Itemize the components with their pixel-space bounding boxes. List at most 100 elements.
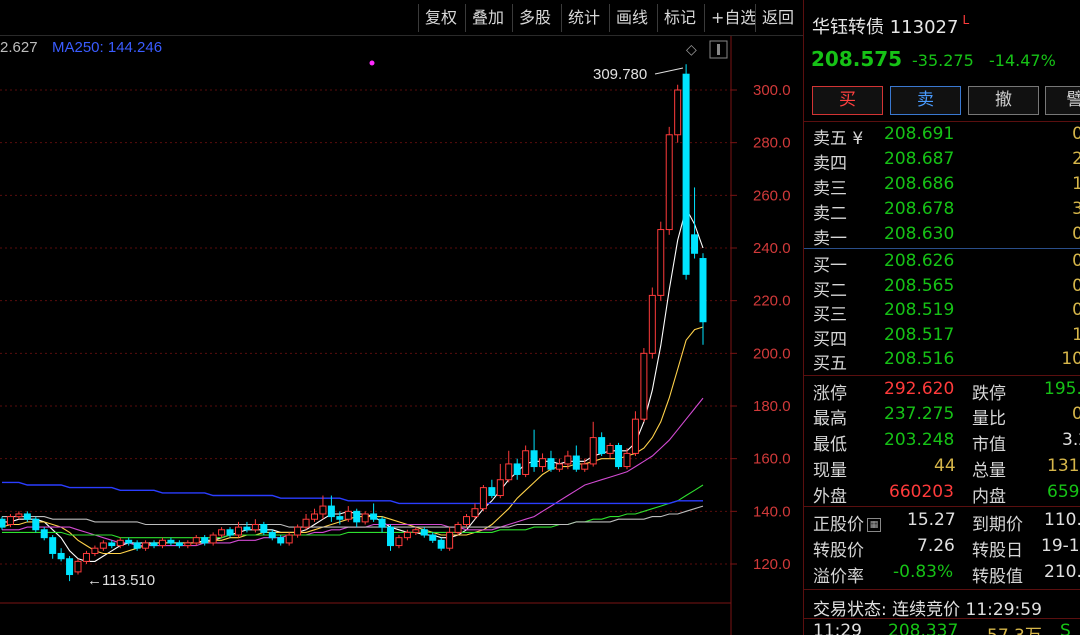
candle-down: [378, 518, 386, 528]
candle-up: [74, 560, 82, 573]
high-marker-label: 309.780: [593, 66, 647, 83]
candle-up: [589, 437, 597, 465]
candle-up: [496, 479, 504, 497]
ask-price: 208.630: [884, 224, 955, 244]
add-watchlist-button[interactable]: +自选: [704, 4, 762, 32]
overlay-button[interactable]: 叠加: [465, 4, 510, 32]
candle-up: [657, 229, 665, 296]
conversion-value-label: 转股值: [972, 567, 1023, 587]
candle-down: [488, 487, 496, 497]
candle-down: [133, 542, 141, 549]
multi-stock-button[interactable]: 多股: [512, 4, 557, 32]
ma-line-ma60: [2, 484, 704, 539]
back-button[interactable]: 返回: [755, 4, 800, 32]
limit-down-value: 195.: [1044, 379, 1080, 399]
candle-up: [218, 529, 226, 536]
candle-up: [99, 542, 107, 549]
mark-button[interactable]: 标记: [657, 4, 702, 32]
candle-up: [310, 513, 318, 520]
bid-price: 208.626: [884, 251, 955, 271]
candle-up: [344, 510, 352, 520]
candle-up: [15, 513, 23, 518]
price-change-pct: -14.47%: [989, 51, 1056, 70]
ask-volume: 1: [1072, 174, 1080, 194]
diamond-icon[interactable]: ◇: [686, 42, 697, 58]
ask-price: 208.686: [884, 174, 955, 194]
candle-down: [125, 539, 133, 544]
bid-row-4[interactable]: 买四 208.517 1: [804, 325, 1080, 350]
cancel-order-button[interactable]: 撤: [968, 86, 1039, 115]
security-title: 华钰转债 113027 L: [812, 13, 969, 39]
candle-down: [547, 458, 555, 470]
candle-up: [184, 542, 192, 547]
bid-row-1[interactable]: 买一 208.626 0: [804, 251, 1080, 276]
candle-down: [167, 539, 175, 544]
bid-volume: 0: [1072, 300, 1080, 320]
candle-up: [412, 529, 420, 533]
candle-up: [6, 516, 14, 526]
limit-down-label: 跌停: [972, 384, 1006, 404]
candle-up: [463, 516, 471, 526]
candle-up: [479, 487, 487, 510]
candle-up: [555, 463, 563, 470]
divider: [804, 506, 1080, 507]
candle-down: [572, 455, 580, 470]
ask-volume: 0: [1072, 224, 1080, 244]
ask-row-2[interactable]: 卖二 208.678 3: [804, 199, 1080, 224]
ask-row-3[interactable]: 卖三 208.686 1: [804, 174, 1080, 199]
ask-row-1[interactable]: 卖一 208.630 0: [804, 224, 1080, 249]
divider: [804, 618, 1080, 619]
bid-price: 208.519: [884, 300, 955, 320]
inner-volume-value: 659: [1047, 482, 1080, 502]
adjust-button[interactable]: 复权: [418, 4, 463, 32]
y-tick-label: 240.0: [753, 240, 791, 257]
outer-volume-label: 外盘: [813, 487, 847, 507]
candle-down: [429, 534, 437, 541]
ask-row-4[interactable]: 卖四 208.687 2: [804, 149, 1080, 174]
divider: [804, 121, 1080, 122]
bid-price: 208.516: [884, 349, 955, 369]
volume-ratio-value: 0: [1072, 404, 1080, 424]
bid-volume: 10: [1061, 349, 1080, 369]
high-marker-arrow: [654, 67, 684, 75]
candle-up: [251, 524, 259, 531]
candle-up: [209, 534, 217, 544]
statistics-button[interactable]: 统计: [561, 4, 606, 32]
candle-up: [606, 445, 614, 454]
maturity-price-label: 到期价: [972, 515, 1023, 535]
more-button[interactable]: 譬: [1045, 86, 1080, 115]
kline-chart[interactable]: 300.0 280.0 260.0 240.0 220.0 200.0 180.0 160.0…: [0, 36, 803, 635]
ma-line-ma5: [2, 207, 704, 562]
ask-row-5[interactable]: 卖五 ¥ 208.691 0: [804, 124, 1080, 149]
candle-down: [108, 542, 116, 547]
bid-row-5[interactable]: 买五 208.516 10: [804, 349, 1080, 374]
y-tick-label: 140.0: [753, 503, 791, 520]
y-tick-label: 300.0: [753, 82, 791, 99]
ask-label: 卖二: [813, 204, 847, 224]
inner-volume-label: 内盘: [972, 487, 1006, 507]
calculator-icon[interactable]: ▦: [867, 518, 881, 532]
bid-label: 买二: [813, 281, 847, 301]
divider: [804, 589, 1080, 590]
limit-up-value: 292.620: [884, 379, 955, 399]
ma-line-ma250: [2, 481, 703, 505]
candle-down: [513, 463, 521, 475]
ma-value-label: 2.627: [0, 39, 38, 56]
candle-up: [302, 518, 310, 528]
ask-price: 208.687: [884, 149, 955, 169]
premium-rate-label: 溢价率: [813, 567, 864, 587]
candle-down: [327, 505, 335, 518]
candle-up: [285, 534, 293, 544]
draw-line-button[interactable]: 画线: [609, 4, 654, 32]
event-marker-dot[interactable]: [369, 60, 375, 66]
bid-row-3[interactable]: 买三 208.519 0: [804, 300, 1080, 325]
conversion-price-value: 7.26: [917, 536, 955, 556]
kline-svg[interactable]: 300.0 280.0 260.0 240.0 220.0 200.0 180.0 160.0…: [0, 36, 803, 635]
bid-row-2[interactable]: 买二 208.565 0: [804, 276, 1080, 301]
sell-button[interactable]: 卖: [890, 86, 961, 115]
candle-up: [82, 552, 90, 562]
buy-button[interactable]: 买: [812, 86, 883, 115]
candle-up: [623, 452, 631, 468]
candle-down: [336, 516, 344, 520]
candle-down: [437, 539, 445, 549]
